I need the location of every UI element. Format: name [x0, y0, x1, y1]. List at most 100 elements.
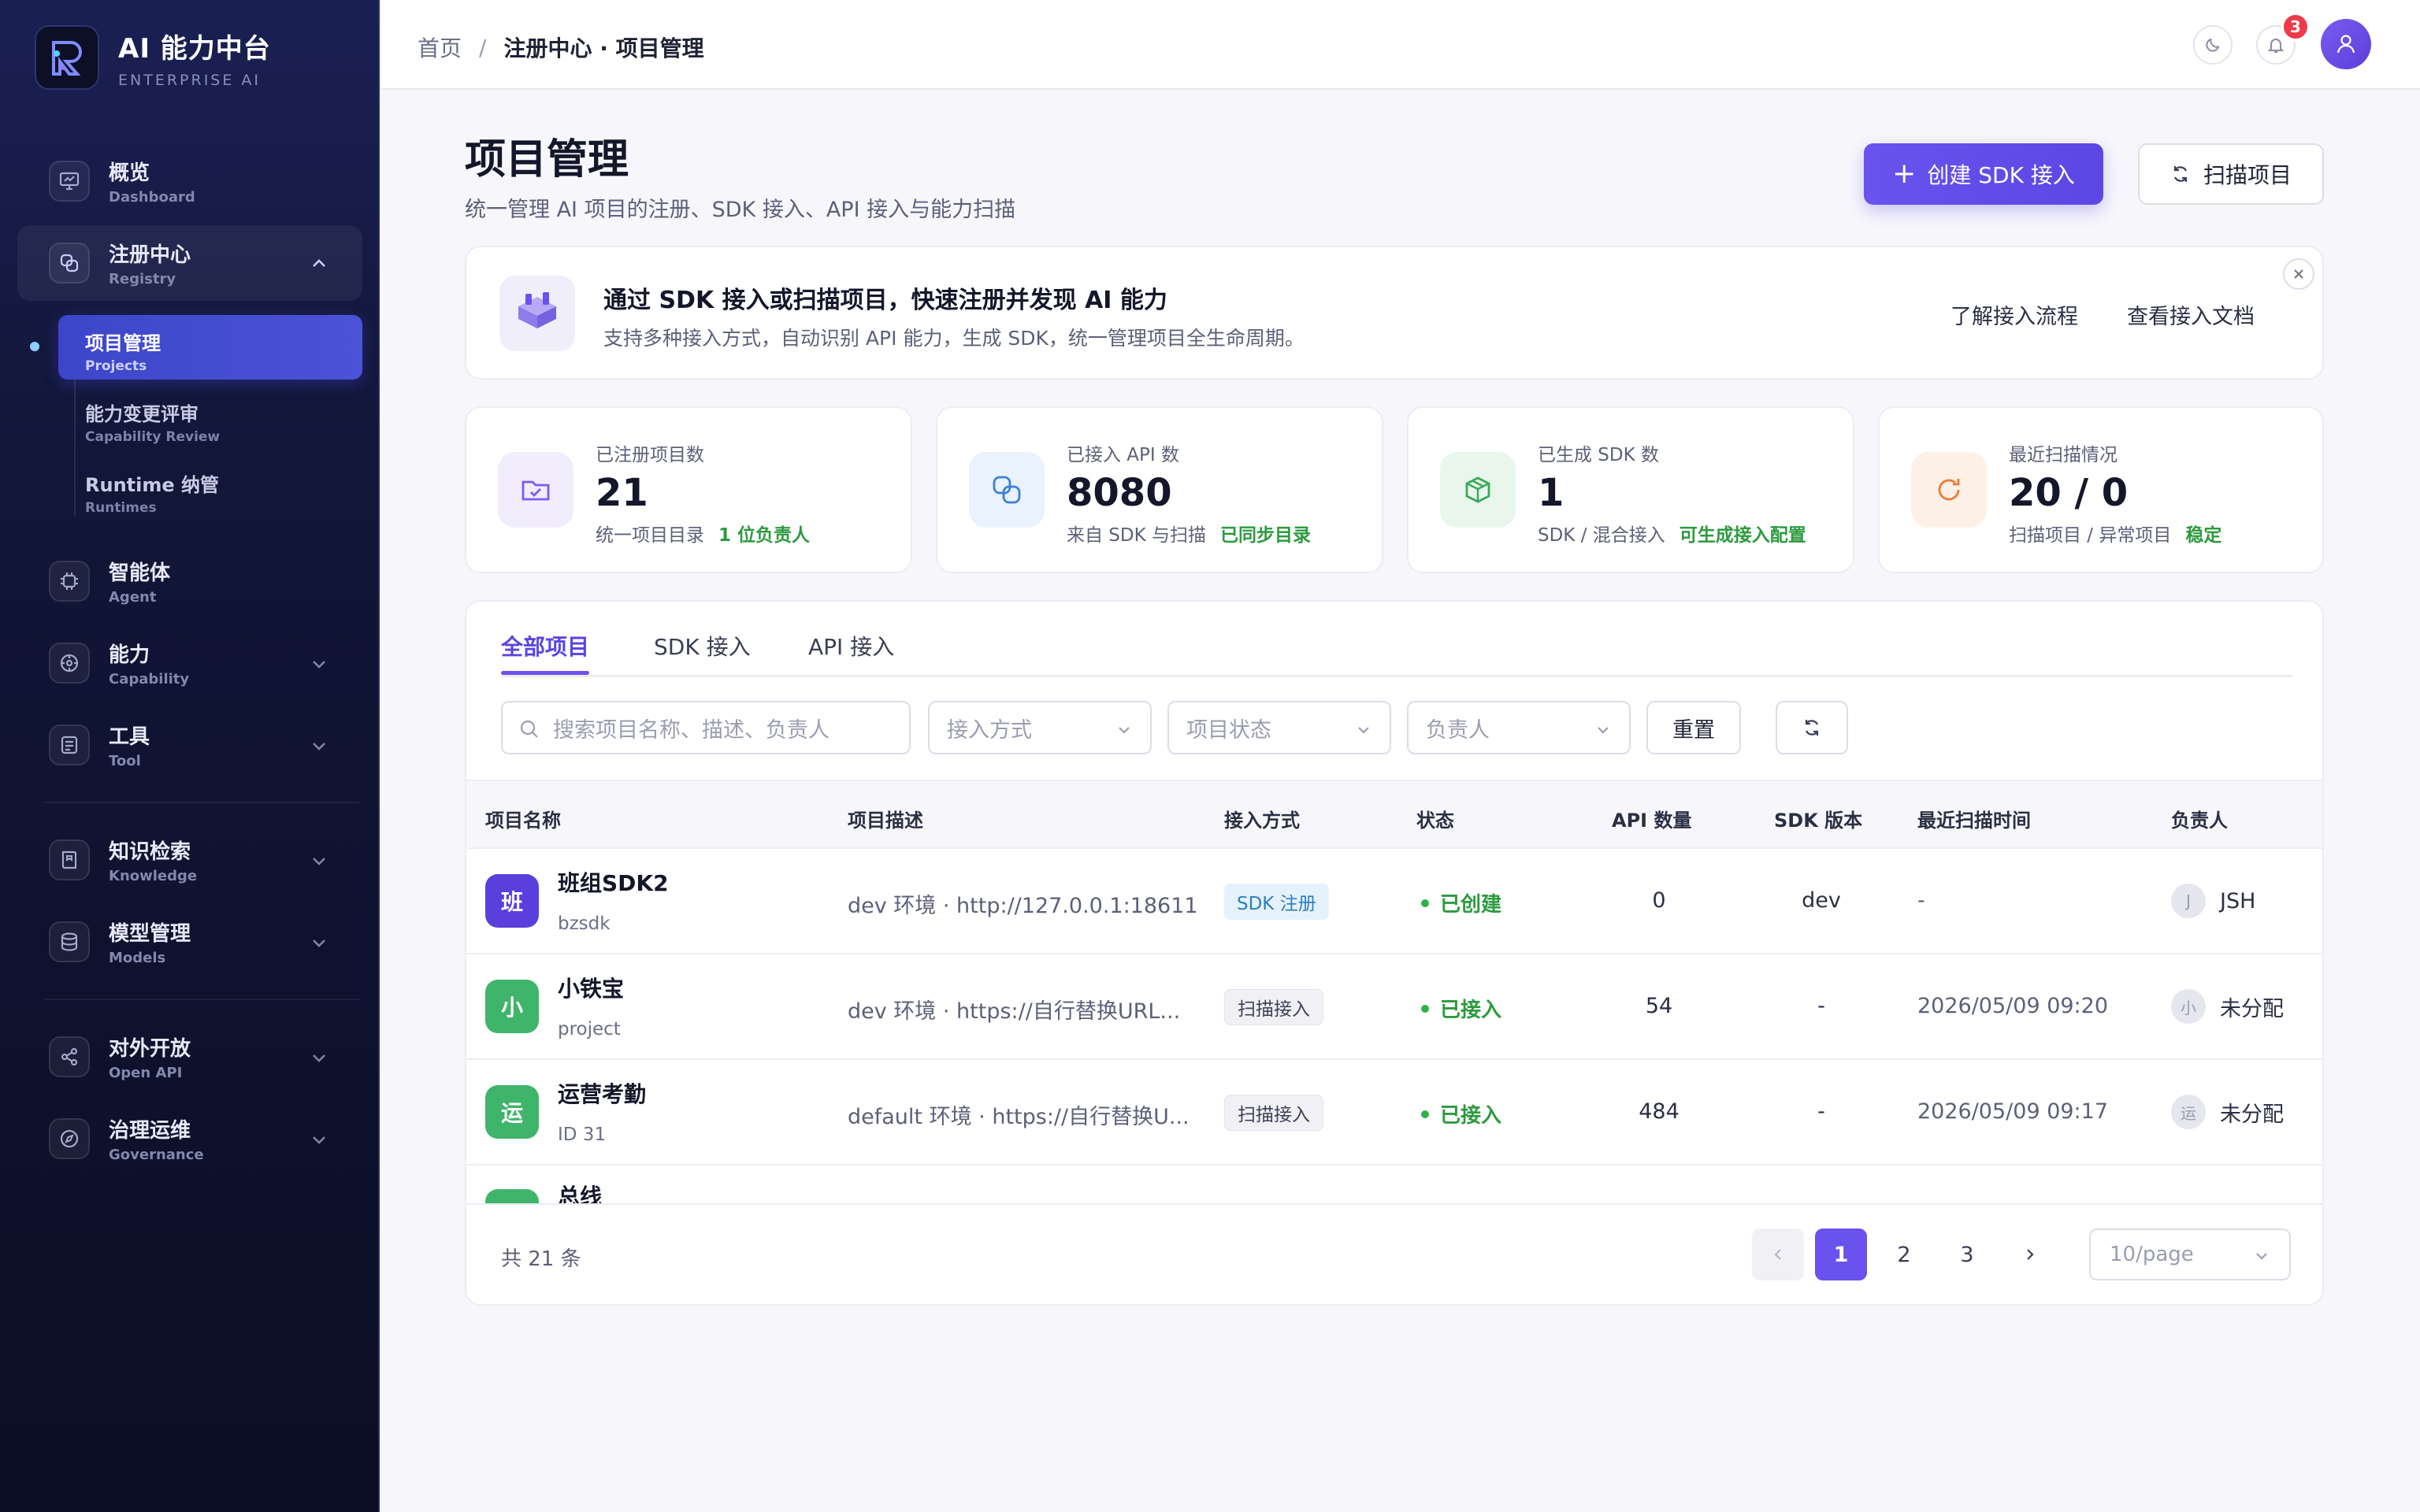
chevron-down-icon [2256, 1253, 2267, 1260]
breadcrumb: 首页 / 注册中心 · 项目管理 [418, 32, 704, 63]
nav-capability-sub: Capability [109, 671, 190, 687]
next-page-button[interactable] [2004, 1228, 2056, 1280]
nav-agent[interactable]: 智能体 Agent [17, 543, 362, 619]
folder-check-icon [498, 452, 573, 528]
stat-foot: 扫描项目 / 异常项目 稳定 [2009, 520, 2221, 547]
nav-knowledge[interactable]: 知识检索 Knowledge [17, 822, 362, 898]
owner-placeholder: 负责人 [1426, 717, 1490, 743]
sdk-version: dev [1802, 888, 1841, 913]
status-placeholder: 项目状态 [1186, 717, 1271, 743]
nav-registry[interactable]: 注册中心 Registry [17, 225, 362, 301]
stat-foot: SDK / 混合接入 可生成接入配置 [1538, 520, 1806, 547]
project-desc: dev 环境 · http://127.0.0.1:18611 [848, 894, 1198, 918]
owner: 运未分配 [2171, 1095, 2284, 1129]
page-2-button[interactable]: 2 [1878, 1228, 1930, 1280]
brand-logo-icon [35, 25, 99, 90]
project-name[interactable]: 运营考勤 [558, 1077, 646, 1109]
page-1-button[interactable]: 1 [1815, 1228, 1867, 1280]
brand[interactable]: AI 能力中台 ENTERPRISE AI [35, 25, 271, 90]
col-name: 项目名称 [485, 810, 561, 832]
nav-governance[interactable]: 治理运维 Governance [17, 1101, 362, 1177]
page-size-value: 10/page [2110, 1243, 2194, 1266]
table-row[interactable]: 总 总线 [466, 1166, 2322, 1203]
owner-select[interactable]: 负责人 [1407, 701, 1631, 754]
scan-project-button[interactable]: 扫描项目 [2138, 143, 2324, 205]
user-avatar[interactable] [2321, 19, 2371, 69]
chevron-down-icon[interactable] [309, 850, 329, 871]
bell-icon [2267, 39, 2285, 53]
owner: J JSH [2171, 884, 2255, 918]
project-name[interactable]: 小铁宝 [558, 972, 624, 1003]
stat-highlight: 稳定 [2185, 525, 2222, 546]
stat-card-sdks: 已生成 SDK 数 1 SDK / 混合接入 可生成接入配置 [1407, 406, 1854, 573]
nav-registry-label: 注册中心 [109, 243, 191, 267]
project-desc: dev 环境 · https://自行替换URL... [848, 999, 1181, 1024]
nav-models-label: 模型管理 [109, 922, 191, 946]
sidebar-item-projects[interactable]: 项目管理 Projects [58, 315, 362, 380]
nav-overview[interactable]: 概览 Dashboard [17, 143, 362, 219]
chevron-down-icon[interactable] [309, 736, 329, 756]
learn-flow-link[interactable]: 了解接入流程 [1950, 299, 2078, 330]
owner-avatar: 小 [2171, 989, 2206, 1024]
tab-all-projects[interactable]: 全部项目 [501, 630, 589, 662]
status-text: 已接入 [1440, 999, 1502, 1022]
project-name[interactable]: 总线 [558, 1180, 602, 1203]
refresh-button[interactable] [1776, 701, 1848, 754]
banner-title: 通过 SDK 接入或扫描项目，快速注册并发现 AI 能力 [603, 287, 1167, 314]
brand-title: AI 能力中台 [118, 32, 271, 65]
table-footer: 共 21 条 1 2 3 10/page [466, 1203, 2322, 1304]
user-icon [2336, 35, 2355, 54]
stat-label: 已生成 SDK 数 [1538, 445, 1660, 465]
table-row[interactable]: 运 运营考勤 ID 31 default 环境 · https://自行替换U.… [466, 1060, 2322, 1166]
chevron-down-icon[interactable] [309, 1047, 329, 1068]
chevron-down-icon[interactable] [309, 654, 329, 674]
reset-button[interactable]: 重置 [1646, 701, 1741, 754]
status-text: 已创建 [1440, 893, 1502, 917]
chevron-down-icon[interactable] [309, 932, 329, 953]
nav-models[interactable]: 模型管理 Models [17, 904, 362, 980]
page-size-select[interactable]: 10/page [2089, 1228, 2291, 1280]
status-badge: 已接入 [1421, 1099, 1501, 1128]
sdk-version: - [1817, 994, 1825, 1018]
stat-highlight: 可生成接入配置 [1679, 525, 1806, 546]
dashboard-icon [49, 161, 90, 202]
owner-avatar: 运 [2171, 1095, 2206, 1129]
info-banner: 通过 SDK 接入或扫描项目，快速注册并发现 AI 能力 支持多种接入方式，自动… [465, 246, 2324, 380]
breadcrumb-home[interactable]: 首页 [418, 32, 462, 63]
view-docs-link[interactable]: 查看接入文档 [2127, 299, 2255, 330]
create-sdk-button[interactable]: + 创建 SDK 接入 [1864, 143, 2103, 205]
nav-capability[interactable]: 能力 Capability [17, 625, 362, 701]
status-text: 已接入 [1440, 1104, 1502, 1128]
project-code: ID 31 [558, 1125, 607, 1145]
sidebar-item-capability-review[interactable]: 能力变更评审 Capability Review [58, 386, 362, 450]
theme-toggle-button[interactable] [2193, 25, 2233, 65]
search-input[interactable]: 搜索项目名称、描述、负责人 [501, 701, 911, 754]
col-sdk-version: SDK 版本 [1774, 810, 1863, 832]
status-badge: 已接入 [1421, 994, 1501, 1023]
nav-openapi[interactable]: 对外开放 Open API [17, 1019, 362, 1095]
close-banner-button[interactable] [2283, 258, 2314, 290]
chevron-up-icon[interactable] [309, 254, 329, 274]
banner-description: 支持多种接入方式，自动识别 API 能力，生成 SDK，统一管理项目全生命周期。 [603, 327, 1305, 350]
nav-models-sub: Models [109, 950, 166, 966]
nav-tool[interactable]: 工具 Tool [17, 707, 362, 783]
table-row[interactable]: 小 小铁宝 project dev 环境 · https://自行替换URL..… [466, 954, 2322, 1060]
access-method-select[interactable]: 接入方式 [928, 701, 1152, 754]
chevron-down-icon [1119, 727, 1130, 734]
stat-foot: 统一项目目录 1 位负责人 [596, 520, 810, 547]
page-3-button[interactable]: 3 [1941, 1228, 1993, 1280]
prev-page-button[interactable] [1752, 1228, 1804, 1280]
status-select[interactable]: 项目状态 [1167, 701, 1391, 754]
book-icon [49, 839, 90, 880]
sdk-version: - [1817, 1099, 1825, 1124]
moon-icon [2206, 38, 2220, 52]
project-name[interactable]: 班组SDK2 [558, 866, 669, 898]
tab-api[interactable]: API 接入 [808, 630, 894, 662]
tab-sdk[interactable]: SDK 接入 [654, 630, 751, 662]
table-row[interactable]: 班 班组SDK2 bzsdk dev 环境 · http://127.0.0.1… [466, 849, 2322, 954]
stat-card-scan: 最近扫描情况 20 / 0 扫描项目 / 异常项目 稳定 [1878, 406, 2324, 573]
chevron-down-icon[interactable] [309, 1129, 329, 1150]
sidebar-item-runtimes[interactable]: Runtime 纳管 Runtimes [58, 457, 362, 521]
brand-subtitle: ENTERPRISE AI [118, 71, 261, 89]
plus-icon: + [1892, 158, 1917, 190]
